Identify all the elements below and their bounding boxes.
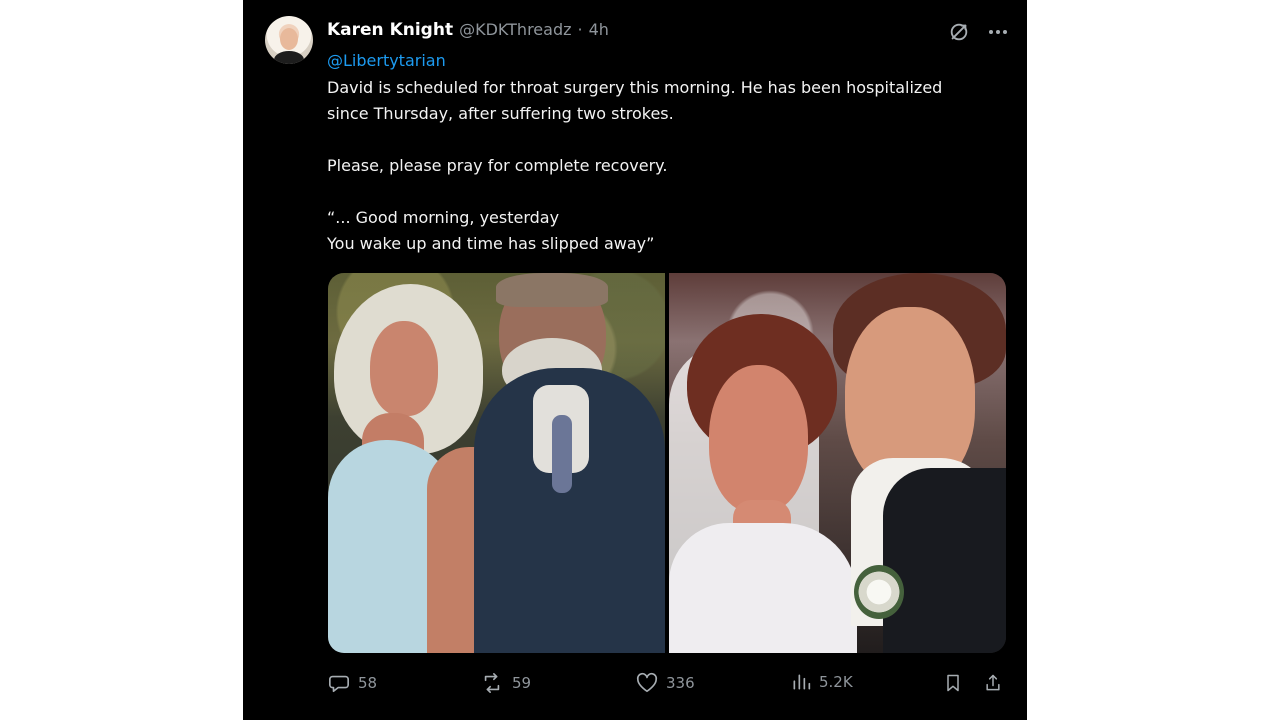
avatar-face [280, 28, 298, 50]
groom-tuxedo [883, 468, 1006, 653]
repost-count: 59 [512, 674, 532, 692]
man-hair [496, 273, 608, 307]
tweet-line-2: since Thursday, after suffering two stro… [327, 104, 674, 123]
reply-icon[interactable] [328, 672, 350, 694]
reply-action[interactable]: 58 [328, 672, 377, 694]
mention-link[interactable]: @Libertytarian [327, 51, 446, 70]
man-tie [552, 415, 572, 493]
grok-icon[interactable] [948, 21, 970, 43]
heart-icon[interactable] [636, 672, 658, 694]
views-action[interactable]: 5.2K [791, 672, 853, 692]
reply-count: 58 [358, 674, 378, 692]
repost-action[interactable]: 59 [480, 672, 531, 694]
share-action[interactable] [983, 672, 1003, 694]
like-action[interactable]: 336 [636, 672, 695, 694]
tweet-top-actions [948, 20, 1010, 44]
share-icon[interactable] [983, 672, 1003, 694]
tweet-header: Karen Knight @KDKThreadz · 4h [327, 20, 609, 44]
woman-face [370, 321, 438, 416]
tweet-text: David is scheduled for throat surgery th… [327, 75, 1017, 257]
author-handle[interactable]: @KDKThreadz [459, 20, 571, 39]
right-photo[interactable] [669, 273, 1006, 653]
view-count: 5.2K [819, 673, 853, 691]
tweet-line-6: “... Good morning, yesterday [327, 208, 560, 227]
left-photo[interactable] [328, 273, 665, 653]
tweet-line-1: David is scheduled for throat surgery th… [327, 78, 943, 97]
tweet-spacer-1 [327, 127, 1017, 153]
tweet-line-7: You wake up and time has slipped away” [327, 234, 655, 253]
separator-dot: · [577, 20, 583, 39]
avatar-body [274, 51, 304, 64]
tweet-spacer-2 [327, 179, 1017, 205]
bookmark-icon[interactable] [943, 672, 963, 694]
tweet-action-bar: 58 59 336 5.2K [328, 672, 1006, 700]
more-icon[interactable] [986, 20, 1010, 44]
like-count: 336 [666, 674, 695, 692]
tweet-media[interactable] [328, 273, 1006, 653]
timestamp[interactable]: 4h [589, 20, 609, 39]
avatar[interactable] [265, 16, 313, 64]
repost-icon[interactable] [480, 672, 504, 694]
views-icon[interactable] [791, 672, 811, 692]
bride-dress [669, 523, 857, 653]
boutonniere [854, 565, 904, 619]
bookmark-action[interactable] [943, 672, 963, 694]
tweet-line-4: Please, please pray for complete recover… [327, 156, 668, 175]
author-name[interactable]: Karen Knight [327, 20, 453, 40]
bride-face [709, 365, 808, 513]
